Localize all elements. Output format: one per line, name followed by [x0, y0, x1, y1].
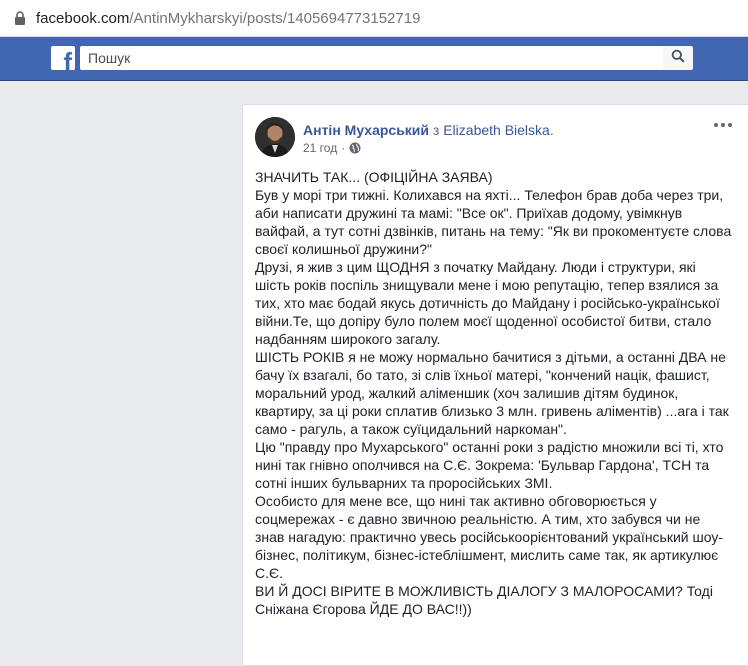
post-options-button[interactable] [711, 117, 735, 133]
author-name-link[interactable]: Антін Мухарський [303, 122, 429, 138]
post-paragraph: Друзі, я жив з цим ЩОДНЯ з початку Майда… [255, 259, 720, 347]
with-word: з [432, 122, 440, 138]
meta-separator: · [341, 141, 346, 155]
author-avatar[interactable] [255, 117, 295, 157]
more-dot-icon [721, 123, 725, 127]
browser-address-bar[interactable]: facebook.com/AntinMykharskyi/posts/14056… [0, 0, 748, 37]
post-paragraph: ШІСТЬ РОКІВ я не можу нормально бачитися… [255, 349, 729, 437]
url-domain: facebook.com [36, 9, 130, 27]
lock-icon [10, 8, 30, 28]
with-suffix: . [549, 122, 554, 138]
url-path: /AntinMykharskyi/posts/1405694773152719 [129, 9, 421, 27]
post-meta: 21 год · [303, 141, 361, 155]
more-dot-icon [714, 123, 718, 127]
search-input[interactable] [80, 46, 663, 70]
facebook-logo-icon[interactable]: f [51, 46, 75, 70]
search-button[interactable] [663, 46, 693, 70]
facebook-top-bar: f [0, 37, 748, 81]
post-paragraph: ЗНАЧИТЬ ТАК... (ОФІЦІЙНА ЗАЯВА) [255, 169, 493, 185]
post-body: ЗНАЧИТЬ ТАК... (ОФІЦІЙНА ЗАЯВА) Був у мо… [255, 168, 733, 618]
post-paragraph: Цю "правду про Мухарського" останні роки… [255, 439, 724, 491]
facebook-logo-letter: f [63, 47, 72, 70]
search-icon [671, 49, 685, 68]
post-card: Антін Мухарський з Elizabeth Bielska. 21… [242, 104, 748, 666]
post-paragraph: Особисто для мене все, що нині так актив… [255, 493, 724, 581]
globe-icon[interactable] [349, 142, 361, 154]
post-paragraph: Був у морі три тижні. Колихався на яхті.… [255, 187, 732, 257]
tagged-person-link[interactable]: Elizabeth Bielska [443, 122, 550, 138]
post-author-line: Антін Мухарський з Elizabeth Bielska. [303, 122, 554, 138]
more-dot-icon [728, 123, 732, 127]
url-text[interactable]: facebook.com/AntinMykharskyi/posts/14056… [36, 10, 420, 27]
post-paragraph: ВИ Й ДОСІ ВІРИТЕ В МОЖЛИВІСТЬ ДІАЛОГУ З … [255, 583, 713, 617]
post-timestamp[interactable]: 21 год [303, 141, 337, 155]
